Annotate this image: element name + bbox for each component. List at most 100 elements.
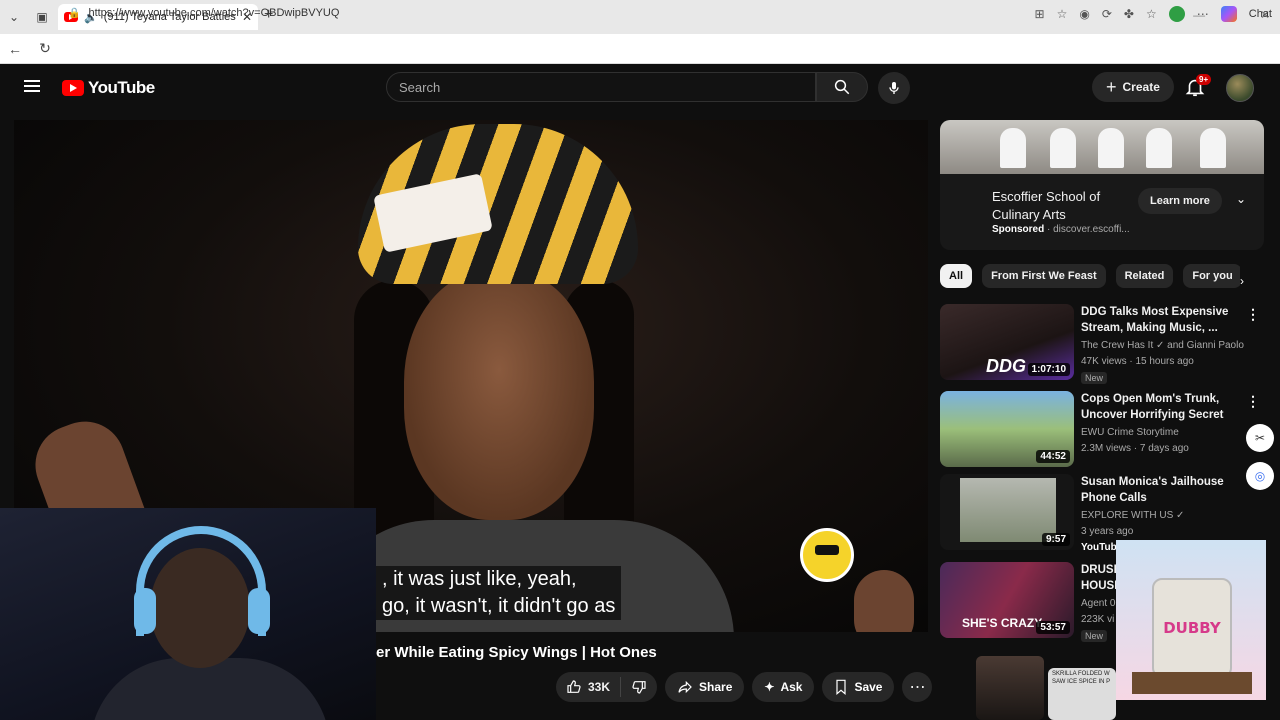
share-button[interactable]: Share [665, 672, 745, 702]
video-thumbnail[interactable]: DDG 1:07:10 [940, 304, 1074, 380]
copilot-icon[interactable] [1220, 6, 1237, 22]
rec-channel[interactable]: The Crew Has It ✓ and Gianni Paolo [1081, 340, 1244, 351]
like-count: 33K [588, 680, 611, 694]
share-icon [678, 680, 692, 694]
video-caption: , it was just like, yeah, go, it wasn't,… [376, 566, 622, 620]
sponsored-label: Sponsored [992, 224, 1045, 235]
reader-icon[interactable]: ⊞ [1035, 7, 1045, 21]
notification-badge: 9+ [1196, 74, 1212, 85]
settings-more-icon[interactable]: ⋯ [1197, 7, 1209, 21]
product-brand: DUBBY [1163, 619, 1221, 637]
video-thumbnail[interactable]: 44:52 [940, 391, 1074, 467]
notifications-button[interactable]: 9+ [1184, 74, 1212, 100]
youtube-play-icon [62, 80, 84, 96]
sparkle-icon: ✦ [764, 680, 775, 694]
address-bar-row: ← ↻ [0, 34, 1280, 64]
extension-icon[interactable]: ◉ [1079, 7, 1089, 21]
search-placeholder: Search [399, 79, 441, 95]
ad-image-figure [1200, 128, 1226, 168]
account-avatar[interactable] [1226, 74, 1254, 102]
search-input[interactable]: Search [386, 72, 816, 102]
ask-button[interactable]: ✦ Ask [752, 672, 815, 702]
chip-all[interactable]: All [940, 264, 973, 288]
youtube-logo[interactable]: YouTube [62, 78, 155, 98]
favorites-icon[interactable]: ☆ [1146, 7, 1157, 21]
share-label: Share [699, 680, 733, 694]
product-jar: DUBBY [1152, 578, 1232, 678]
thumbs-down-icon [632, 681, 646, 694]
youtube-wordmark: YouTube [88, 78, 155, 97]
search-icon [834, 79, 850, 95]
more-actions-button[interactable]: ⋯ [902, 672, 933, 702]
rec-meta: 2.3M views · 7 days ago [1081, 443, 1189, 454]
product-overlay: DUBBY [1116, 540, 1266, 700]
rec-meta: 223K vi [1081, 614, 1115, 625]
video-thumbnail[interactable]: SHE'S CRAZY 53:57 [940, 562, 1074, 638]
video-actions: 33K Share ✦ Ask Save ⋯ [556, 672, 933, 702]
menu-icon[interactable] [24, 80, 40, 92]
hot-ones-mascot-icon [800, 528, 854, 582]
chip-for-you[interactable]: For you [1183, 264, 1240, 288]
search-button[interactable] [816, 72, 868, 102]
create-label: Create [1122, 80, 1160, 94]
voice-search-button[interactable] [878, 72, 910, 104]
plus-icon: + [1106, 76, 1117, 97]
video-thumbnail[interactable]: SKRILLA FOLDED W SAW ICE SPICE IN P [1048, 668, 1116, 720]
duration-badge: 44:52 [1036, 450, 1070, 463]
product-stand [1132, 672, 1252, 694]
back-icon[interactable]: ← [0, 41, 30, 57]
ad-domain: · discover.escoffi... [1047, 224, 1130, 235]
ad-image-figure [1146, 128, 1172, 168]
assistant-tool-icon[interactable]: ◎ [1246, 462, 1274, 490]
sponsored-ad-card[interactable]: Escoffier School of Culinary Arts Sponso… [940, 120, 1264, 250]
rec-title[interactable]: DDG Talks Most Expensive Stream, Making … [1081, 304, 1241, 336]
bookmark-icon [836, 679, 847, 695]
list-item[interactable]: DDG 1:07:10 DDG Talks Most Expensive Str… [940, 304, 1264, 384]
favorite-star-icon[interactable]: ☆ [1057, 7, 1068, 21]
profile-extension-icon[interactable] [1168, 6, 1185, 22]
video-thumbnail[interactable]: 9:57 [940, 474, 1074, 550]
site-info-icon[interactable]: 🔒 [68, 8, 80, 19]
microphone-icon [889, 82, 899, 94]
learn-more-button[interactable]: Learn more [1138, 188, 1222, 214]
more-vert-icon[interactable]: ⋮ [1246, 393, 1260, 410]
new-badge: New [1081, 630, 1108, 642]
reload-icon[interactable]: ↻ [30, 40, 60, 57]
duration-badge: 53:57 [1036, 621, 1070, 634]
like-dislike-group: 33K [556, 672, 658, 702]
url-text: https://www.youtube.com/watch?v=OBDwipBV… [88, 7, 340, 19]
rec-title[interactable]: Susan Monica's Jailhouse Phone Calls [1081, 474, 1241, 506]
thumbnail-image [960, 478, 1056, 542]
tab-list-icon[interactable]: ⌄ [0, 3, 28, 31]
thumbnail-text: SKRILLA FOLDED W SAW ICE SPICE IN P [1052, 671, 1111, 685]
more-vert-icon[interactable]: ⋮ [1246, 306, 1260, 323]
like-button[interactable]: 33K [556, 677, 622, 697]
rec-channel[interactable]: EWU Crime Storytime [1081, 427, 1179, 438]
refresh-extension-icon[interactable]: ⟳ [1102, 7, 1112, 21]
dislike-button[interactable] [621, 679, 657, 695]
new-badge: New [1081, 372, 1108, 384]
chat-label[interactable]: Chat [1249, 8, 1272, 20]
caption-line: , it was just like, yeah, [382, 568, 577, 590]
puzzle-icon[interactable]: ✤ [1124, 7, 1134, 21]
webcam-overlay [0, 508, 376, 720]
headphone-cup [134, 588, 156, 634]
ad-image-figure [1000, 128, 1026, 168]
url-field[interactable]: 🔒 https://www.youtube.com/watch?v=OBDwip… [68, 7, 339, 19]
chip-from-first-we-feast[interactable]: From First We Feast [982, 264, 1106, 288]
chevron-right-icon[interactable]: › [1240, 274, 1244, 288]
scissors-tool-icon[interactable]: ✂ [1246, 424, 1274, 452]
rec-title[interactable]: Cops Open Mom's Trunk, Uncover Horrifyin… [1081, 391, 1241, 423]
create-button[interactable]: + Create [1092, 72, 1174, 102]
save-label: Save [854, 680, 883, 694]
video-thumbnail[interactable] [976, 656, 1044, 720]
headphone-cup [248, 588, 270, 634]
list-item[interactable]: 44:52 Cops Open Mom's Trunk, Uncover Hor… [940, 391, 1264, 471]
save-button[interactable]: Save [822, 672, 895, 702]
chevron-down-icon[interactable]: ⌄ [1236, 192, 1246, 206]
rec-channel[interactable]: EXPLORE WITH US ✓ [1081, 510, 1184, 521]
chip-related[interactable]: Related [1115, 264, 1174, 288]
workspaces-icon[interactable]: ▣ [28, 3, 56, 31]
video-figure-face [404, 270, 594, 520]
more-horizontal-icon: ⋯ [909, 679, 926, 696]
